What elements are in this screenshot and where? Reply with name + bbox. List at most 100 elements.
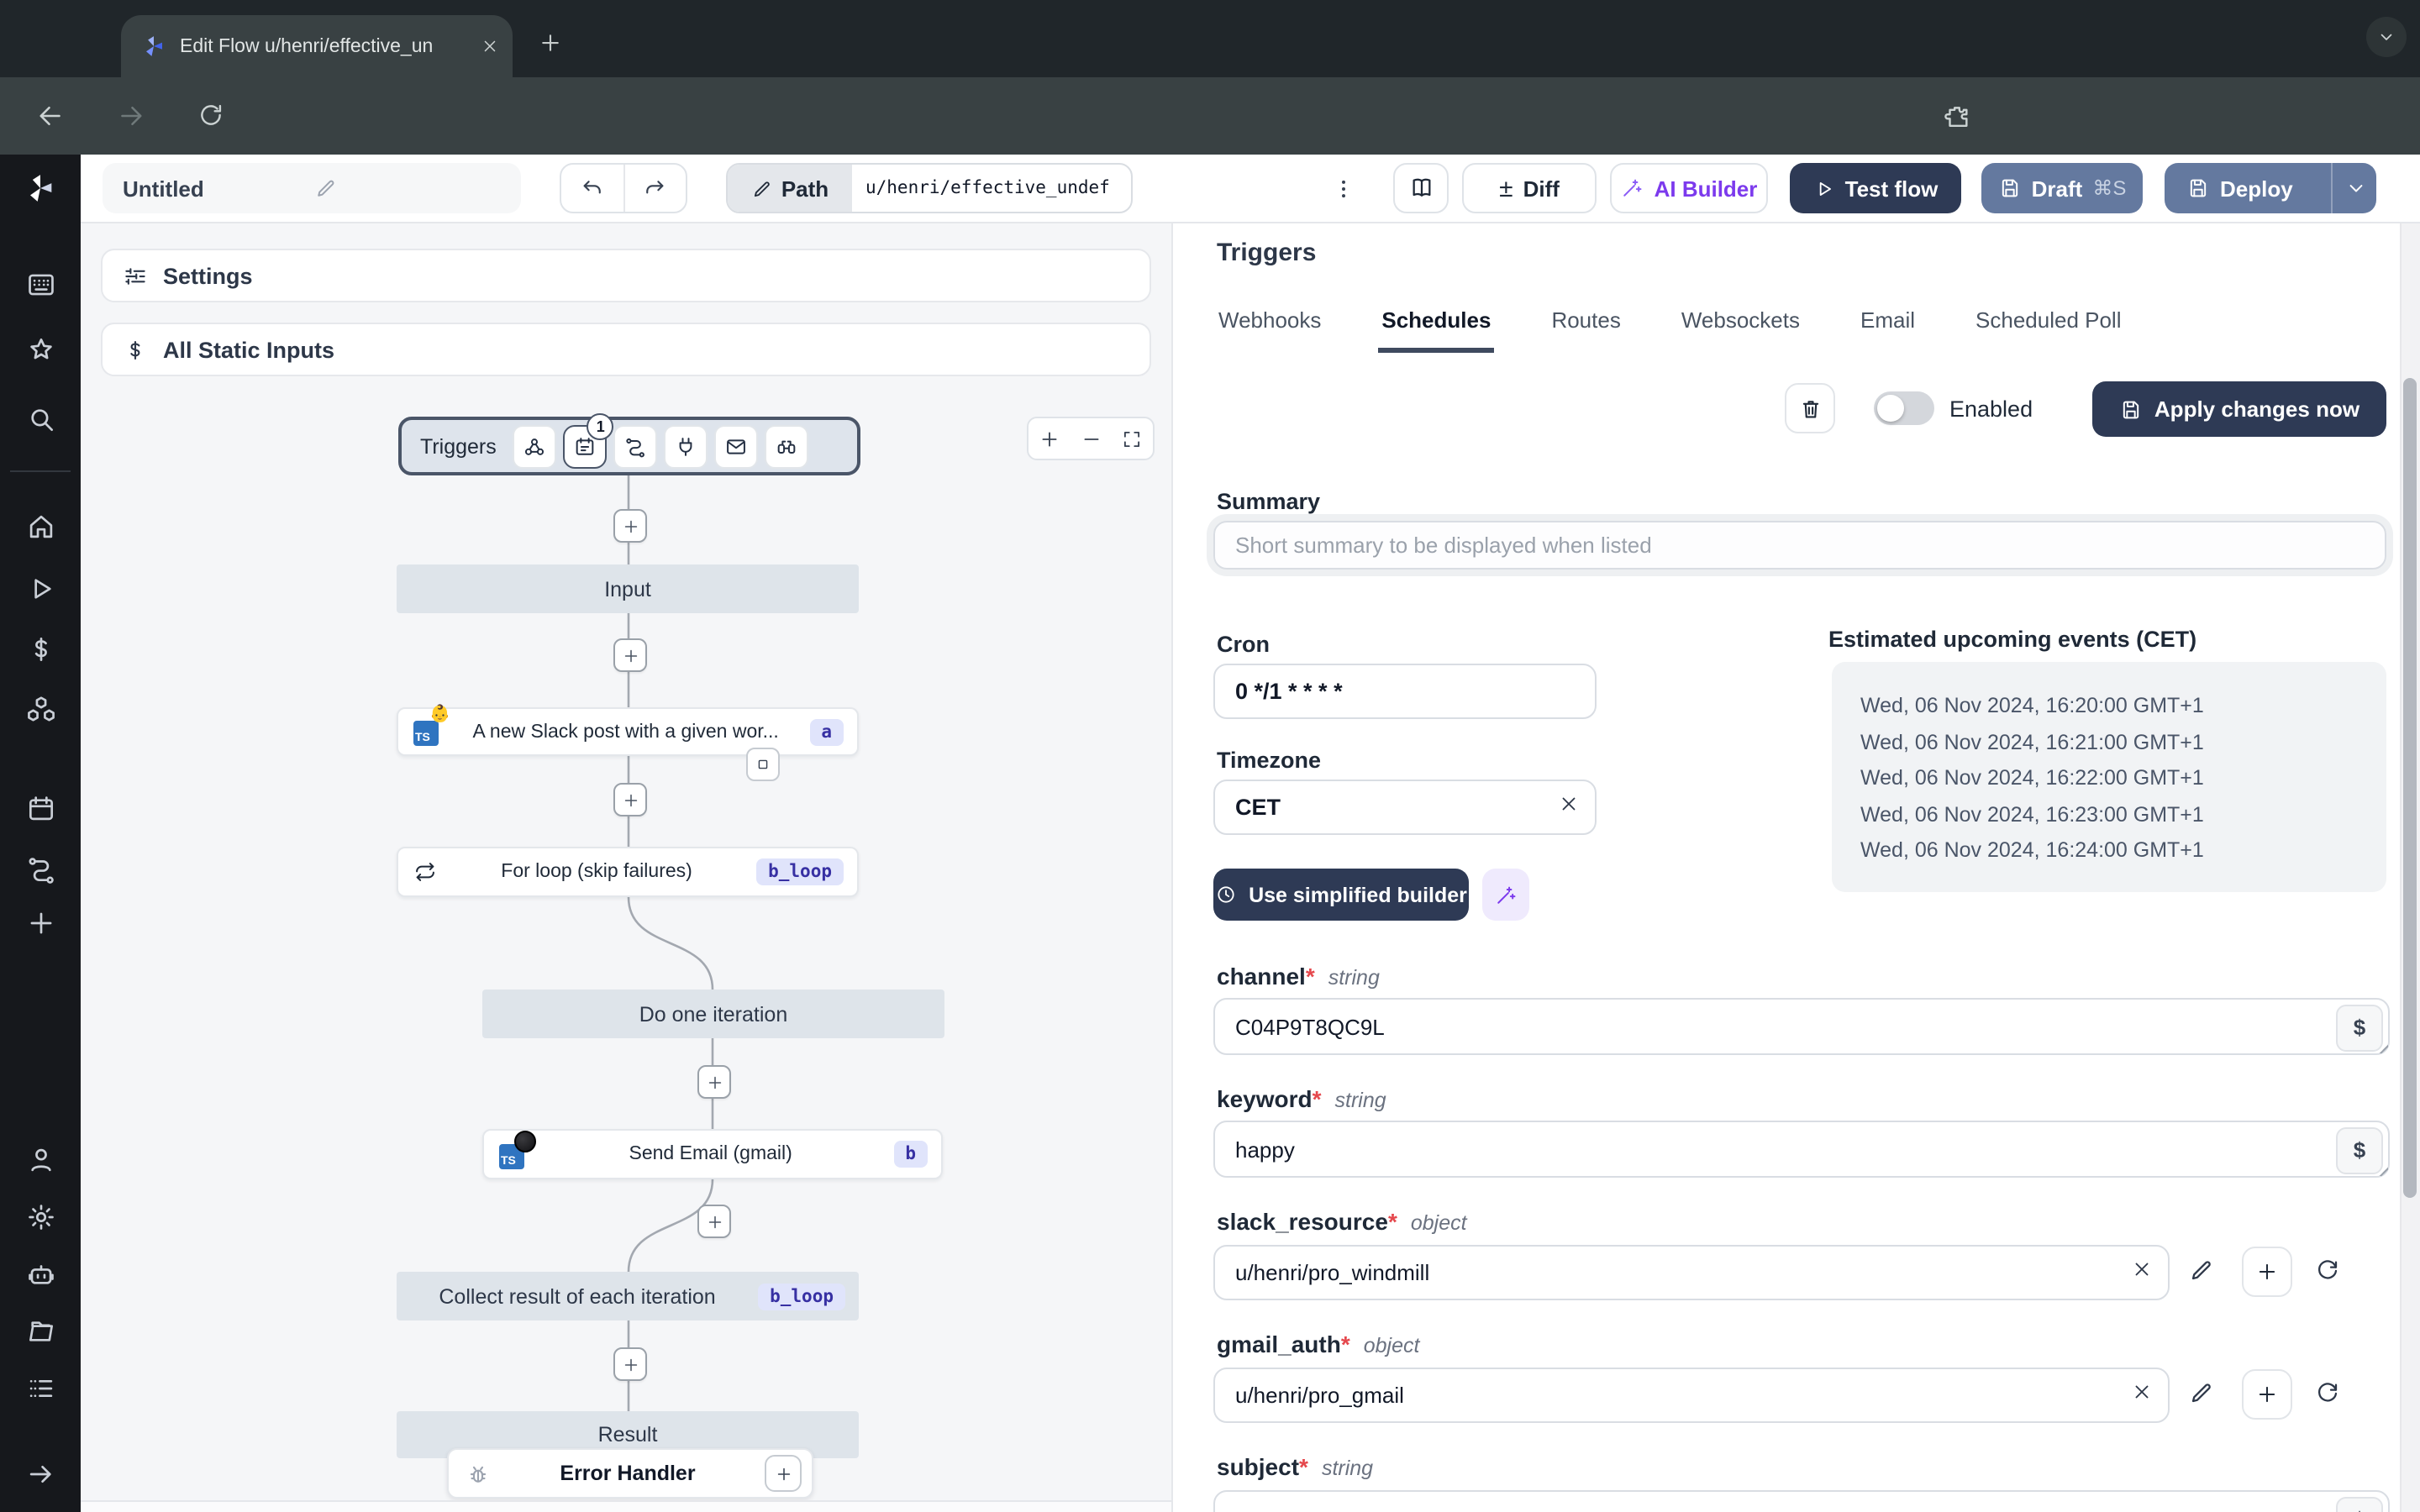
draft-button[interactable]: Draft ⌘S	[1981, 163, 2143, 213]
reload-button[interactable]	[197, 101, 225, 129]
close-icon[interactable]	[481, 37, 499, 55]
undo-button[interactable]	[561, 165, 623, 212]
add-step-button[interactable]	[697, 1065, 731, 1099]
insert-variable-button[interactable]: $	[2336, 1496, 2383, 1512]
sidebar-item-home[interactable]	[17, 502, 64, 549]
sidebar-item-create[interactable]	[17, 899, 64, 946]
sidebar-item-routes[interactable]	[17, 845, 64, 892]
sidebar-divider	[10, 470, 71, 472]
input-node[interactable]: Input	[397, 564, 859, 613]
sidebar-expand-icon[interactable]	[17, 1450, 64, 1497]
extensions-icon[interactable]	[1943, 102, 1971, 131]
fit-view-button[interactable]	[1112, 418, 1153, 459]
error-handler-node[interactable]: Error Handler	[447, 1448, 813, 1499]
timezone-input[interactable]	[1213, 780, 1597, 835]
tab-webhooks[interactable]: Webhooks	[1215, 297, 1324, 353]
flow-name-field[interactable]: Untitled	[103, 163, 521, 213]
clear-resource-icon[interactable]	[2131, 1381, 2153, 1403]
sidebar-item-apps[interactable]	[17, 260, 64, 307]
sidebar-item-schedules[interactable]	[17, 785, 64, 832]
ai-builder-button[interactable]: AI Builder	[1610, 163, 1768, 213]
edit-name-icon[interactable]	[313, 176, 504, 200]
add-error-handler-button[interactable]	[765, 1455, 802, 1492]
diff-button[interactable]: ± Diff	[1462, 163, 1597, 213]
new-tab-button[interactable]	[538, 30, 563, 55]
add-step-button[interactable]	[697, 1205, 731, 1238]
keyword-input[interactable]	[1213, 1121, 2390, 1178]
back-button[interactable]	[35, 101, 66, 131]
route-trigger-icon[interactable]	[613, 424, 658, 468]
undo-redo-group	[560, 163, 687, 213]
tab-email[interactable]: Email	[1857, 297, 1918, 353]
docs-button[interactable]	[1393, 163, 1449, 213]
tab-scheduled-poll[interactable]: Scheduled Poll	[1972, 297, 2124, 353]
tab-routes[interactable]: Routes	[1548, 297, 1623, 353]
edit-resource-icon[interactable]	[2188, 1379, 2215, 1406]
forward-button[interactable]	[116, 101, 146, 131]
gmail-auth-input[interactable]	[1213, 1368, 2170, 1423]
sidebar-item-workers[interactable]	[17, 1250, 64, 1297]
refresh-resource-icon[interactable]	[2314, 1257, 2341, 1284]
add-step-button[interactable]	[613, 1347, 647, 1381]
add-resource-button[interactable]	[2242, 1247, 2292, 1297]
summary-input[interactable]	[1213, 521, 2386, 570]
clear-resource-icon[interactable]	[2131, 1258, 2153, 1280]
sidebar-item-user[interactable]	[17, 1136, 64, 1183]
sidebar-item-search[interactable]	[17, 395, 64, 442]
step-node-b[interactable]: TS Send Email (gmail) b	[482, 1129, 943, 1179]
slack-resource-input[interactable]	[1213, 1245, 2170, 1300]
webhook-trigger-icon[interactable]	[513, 424, 557, 468]
cron-input[interactable]	[1213, 664, 1597, 719]
browser-tab[interactable]: Edit Flow u/henri/effective_un	[121, 15, 513, 77]
add-step-button[interactable]	[613, 509, 647, 543]
triggers-node[interactable]: Triggers 1	[398, 412, 860, 475]
poll-trigger-icon[interactable]	[765, 424, 809, 468]
stop-after-if-button[interactable]	[746, 748, 780, 781]
all-static-inputs-row[interactable]: All Static Inputs	[101, 323, 1151, 376]
sidebar-item-logs[interactable]	[17, 1364, 64, 1411]
refresh-resource-icon[interactable]	[2314, 1379, 2341, 1406]
clear-timezone-icon[interactable]	[1558, 793, 1580, 815]
redo-button[interactable]	[623, 165, 686, 212]
subject-input[interactable]	[1213, 1490, 2390, 1512]
test-flow-button[interactable]: Test flow	[1790, 163, 1961, 213]
forloop-node[interactable]: For loop (skip failures) b_loop	[397, 847, 859, 897]
apply-changes-button[interactable]: Apply changes now	[2092, 381, 2386, 437]
windmill-logo[interactable]	[17, 165, 64, 212]
panel-scrollbar[interactable]	[2400, 223, 2420, 1512]
simplified-builder-button[interactable]: Use simplified builder	[1213, 869, 1469, 921]
email-trigger-icon[interactable]	[714, 424, 759, 468]
schedule-trigger-icon[interactable]: 1	[563, 412, 614, 468]
tab-search-button[interactable]	[2366, 17, 2407, 57]
deploy-dropdown-icon[interactable]	[2344, 176, 2368, 200]
edit-resource-icon[interactable]	[2188, 1257, 2215, 1284]
add-resource-button[interactable]	[2242, 1369, 2292, 1420]
tab-websockets[interactable]: Websockets	[1678, 297, 1803, 353]
collect-result-node[interactable]: Collect result of each iteration b_loop	[397, 1272, 859, 1320]
tab-schedules[interactable]: Schedules	[1378, 297, 1495, 353]
sidebar-item-favorites[interactable]	[17, 326, 64, 373]
zoom-in-button[interactable]	[1028, 418, 1070, 459]
resize-grip[interactable]	[2373, 1038, 2388, 1053]
add-step-button[interactable]	[613, 783, 647, 816]
sidebar-item-resources[interactable]	[17, 685, 64, 732]
enabled-toggle[interactable]	[1874, 391, 1934, 425]
zoom-out-button[interactable]	[1070, 418, 1111, 459]
path-input[interactable]: u/henri/effective_undef	[852, 165, 1131, 212]
settings-row[interactable]: Settings	[101, 249, 1151, 302]
more-options-icon[interactable]	[1331, 176, 1356, 202]
scrollbar-thumb[interactable]	[2403, 378, 2417, 1198]
sidebar-item-runs[interactable]	[17, 564, 64, 612]
deploy-button[interactable]: Deploy	[2165, 163, 2376, 213]
delete-schedule-button[interactable]	[1785, 383, 1835, 433]
step-node-a[interactable]: TS 👶 A new Slack post with a given wor..…	[397, 706, 859, 756]
do-one-iteration-node[interactable]: Do one iteration	[482, 990, 944, 1038]
websocket-trigger-icon[interactable]	[664, 424, 708, 468]
ai-cron-button[interactable]	[1482, 869, 1529, 921]
sidebar-item-folders[interactable]	[17, 1307, 64, 1354]
sidebar-item-variables[interactable]	[17, 625, 64, 672]
sidebar-item-settings[interactable]	[17, 1193, 64, 1240]
resize-grip[interactable]	[2373, 1161, 2388, 1176]
channel-input[interactable]	[1213, 998, 2390, 1055]
add-step-button[interactable]	[613, 638, 647, 672]
